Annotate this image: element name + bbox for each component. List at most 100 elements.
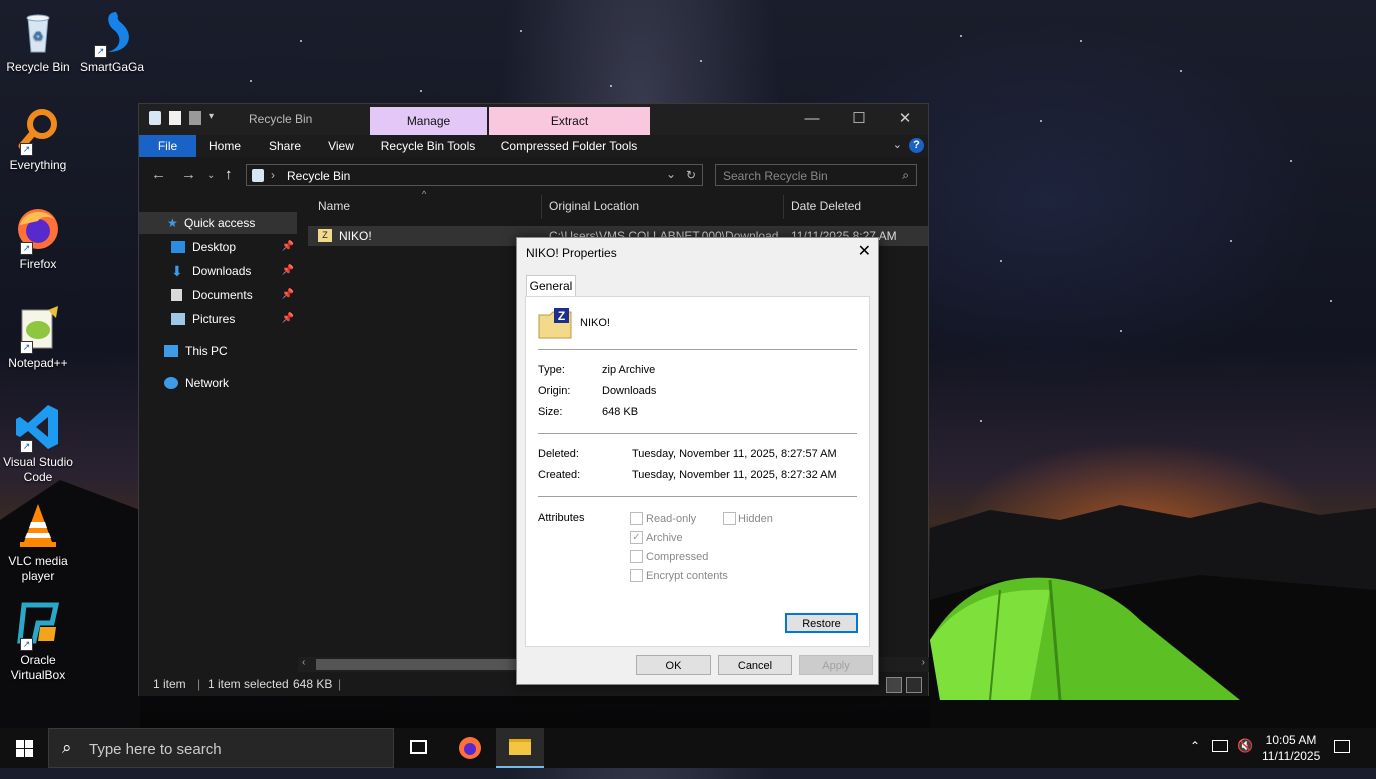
vscode-icon: ↗: [14, 403, 62, 453]
column-header-name[interactable]: Name: [318, 199, 350, 213]
address-bar[interactable]: › Recycle Bin ⌄ ↻: [246, 164, 703, 186]
desktop-icon-vscode[interactable]: ↗ Visual Studio Code: [0, 403, 76, 485]
nav-label: This PC: [185, 344, 228, 358]
nav-item-downloads[interactable]: ⬇ Downloads 📌: [139, 260, 297, 282]
search-icon: ⌕: [62, 738, 72, 757]
firefox-taskbar-icon[interactable]: [458, 736, 482, 760]
scrollbar-thumb[interactable]: [316, 659, 516, 670]
file-explorer-taskbar-button[interactable]: [496, 728, 544, 768]
context-tab-manage[interactable]: Manage: [370, 107, 487, 135]
context-tab-extract[interactable]: Extract: [489, 107, 650, 135]
desktop-icon-recycle-bin[interactable]: ♻ Recycle Bin: [0, 8, 76, 75]
shortcut-arrow-icon: ↗: [20, 638, 33, 651]
scroll-right-icon[interactable]: ›: [922, 657, 925, 668]
search-input[interactable]: Search Recycle Bin ⌕: [715, 164, 917, 186]
refresh-icon[interactable]: ↻: [686, 168, 696, 182]
nav-item-this-pc[interactable]: This PC: [139, 340, 297, 362]
forward-arrow-icon[interactable]: →: [181, 166, 196, 183]
hidden-checkbox[interactable]: [723, 512, 736, 525]
details-view-icon[interactable]: [886, 677, 902, 693]
close-button[interactable]: ✕: [882, 108, 928, 130]
show-hidden-icons-icon[interactable]: ⌃: [1190, 739, 1200, 779]
desktop-icon-firefox[interactable]: ↗ Firefox: [0, 205, 76, 272]
dialog-close-icon[interactable]: ✕: [858, 241, 871, 261]
desktop-icon-label: Everything: [9, 158, 67, 172]
nav-label: Desktop: [192, 240, 237, 254]
back-arrow-icon[interactable]: ←: [151, 166, 166, 183]
pin-icon: 📌: [281, 313, 294, 324]
created-label: Created:: [538, 469, 581, 481]
maximize-button[interactable]: ☐: [836, 108, 882, 130]
column-header-date-deleted[interactable]: Date Deleted: [791, 199, 861, 213]
status-item-count: 1 item: [153, 677, 186, 691]
tab-general[interactable]: General: [526, 275, 576, 297]
desktop-icon-vlc[interactable]: VLC media player: [0, 502, 76, 584]
tab-view[interactable]: View: [317, 135, 365, 157]
nav-item-pictures[interactable]: Pictures 📌: [139, 308, 297, 330]
general-panel: Z NIKO! Type: zip Archive Origin: Downlo…: [525, 296, 870, 647]
scroll-left-icon[interactable]: ‹: [302, 657, 305, 668]
address-dropdown-icon[interactable]: ⌄: [666, 167, 676, 181]
desktop-folder-icon: [171, 241, 185, 253]
tab-file[interactable]: File: [139, 135, 196, 157]
clock[interactable]: 10:05 AM 11/11/2025: [1262, 732, 1320, 772]
nav-item-quick-access[interactable]: ★ Quick access: [139, 212, 297, 234]
sort-indicator-icon: ^: [422, 189, 427, 199]
nav-item-documents[interactable]: Documents 📌: [139, 284, 297, 306]
minimize-button[interactable]: —: [789, 108, 835, 130]
nav-item-network[interactable]: Network: [139, 372, 297, 394]
help-icon[interactable]: ?: [909, 138, 924, 153]
nav-item-desktop[interactable]: Desktop 📌: [139, 236, 297, 258]
shortcut-arrow-icon: ↗: [94, 45, 107, 58]
tab-recycle-bin-tools[interactable]: Recycle Bin Tools: [375, 135, 481, 157]
volume-muted-icon[interactable]: 🔇: [1237, 738, 1253, 778]
ribbon-expand-icon[interactable]: ⌄: [893, 138, 902, 151]
read-only-label: Read-only: [646, 513, 697, 525]
encrypt-checkbox[interactable]: [630, 569, 643, 582]
notifications-icon[interactable]: [1334, 740, 1350, 753]
cancel-button[interactable]: Cancel: [718, 655, 792, 675]
nav-label: Downloads: [192, 264, 252, 278]
smartgaga-icon: ↗: [88, 8, 136, 58]
everything-icon: ↗: [14, 106, 62, 156]
recent-locations-icon[interactable]: ⌄: [207, 170, 215, 181]
virtualbox-icon: ↗: [14, 601, 62, 651]
desktop-icon-everything[interactable]: ↗ Everything: [0, 106, 76, 173]
compressed-checkbox[interactable]: [630, 550, 643, 563]
breadcrumb[interactable]: Recycle Bin: [287, 169, 350, 183]
tab-compressed-folder-tools[interactable]: Compressed Folder Tools: [493, 135, 645, 157]
large-icons-view-icon[interactable]: [906, 677, 922, 693]
firefox-icon: ↗: [14, 205, 62, 255]
desktop-icon-notepad-plus-plus[interactable]: ↗ Notepad++: [0, 304, 76, 371]
new-folder-qat-icon[interactable]: [189, 111, 201, 125]
desktop-icon-label: Visual Studio Code: [3, 455, 73, 484]
title-bar: ▾ Recycle Bin Manage Extract — ☐ ✕: [139, 104, 928, 135]
shortcut-arrow-icon: ↗: [20, 341, 33, 354]
taskbar-search-input[interactable]: ⌕ Type here to search: [48, 728, 394, 768]
column-divider[interactable]: [541, 195, 542, 219]
properties-qat-icon[interactable]: [169, 111, 181, 125]
archive-checkbox[interactable]: ✓: [630, 531, 643, 544]
task-view-icon[interactable]: [410, 740, 427, 754]
clock-date: 11/11/2025: [1262, 749, 1321, 763]
ok-button[interactable]: OK: [636, 655, 711, 675]
read-only-checkbox[interactable]: [630, 512, 643, 525]
tab-share[interactable]: Share: [259, 135, 311, 157]
tab-home[interactable]: Home: [199, 135, 251, 157]
window-title: Recycle Bin: [249, 112, 313, 126]
column-divider[interactable]: [783, 195, 784, 219]
size-label: Size:: [538, 406, 563, 418]
windows-start-icon[interactable]: [16, 740, 33, 757]
zip-archive-icon: Z: [538, 308, 572, 339]
quick-access-toolbar: ▾: [149, 111, 217, 125]
desktop-icon-virtualbox[interactable]: ↗ Oracle VirtualBox: [0, 601, 76, 683]
star-icon: ★: [167, 216, 178, 230]
status-selected: 1 item selected: [208, 677, 289, 691]
desktop-icon-smartgaga[interactable]: ↗ SmartGaGa: [74, 8, 150, 75]
qat-dropdown-icon[interactable]: ▾: [209, 111, 217, 125]
apply-button[interactable]: Apply: [799, 655, 873, 675]
restore-button[interactable]: Restore: [785, 613, 858, 633]
up-arrow-icon[interactable]: ↑: [225, 166, 233, 183]
network-tray-icon[interactable]: [1212, 740, 1228, 752]
column-header-original-location[interactable]: Original Location: [549, 199, 639, 213]
